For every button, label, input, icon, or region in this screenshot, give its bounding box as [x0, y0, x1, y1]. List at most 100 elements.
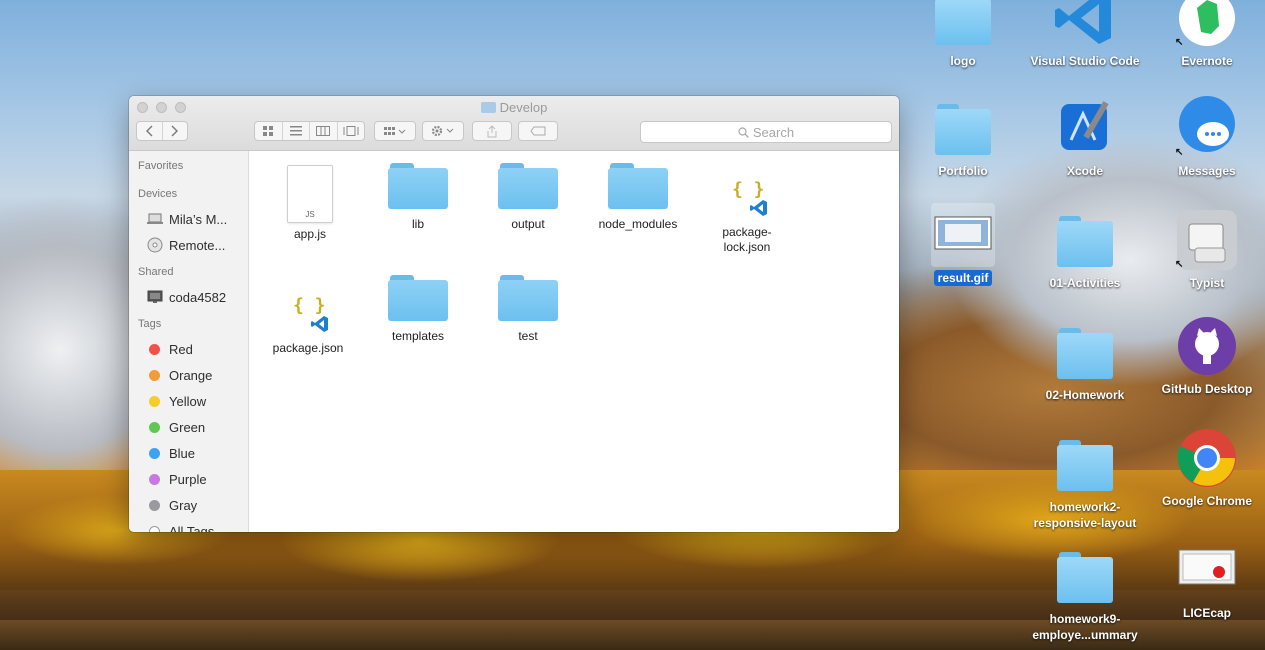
window-title: Develop [129, 100, 899, 115]
file-item-test[interactable]: test [473, 263, 583, 344]
licecap-icon [1175, 538, 1239, 602]
forward-button[interactable] [163, 122, 187, 140]
window-title-text: Develop [499, 100, 548, 115]
list-view-button[interactable] [283, 122, 310, 140]
sidebar-tag-blue[interactable]: Blue [129, 440, 248, 466]
file-item-templates[interactable]: templates [363, 263, 473, 344]
folder-icon [388, 275, 448, 321]
desktop-item-02-homework[interactable]: 02-Homework [1025, 320, 1145, 403]
chrome-icon [1175, 426, 1239, 490]
alias-arrow-icon: ↖ [1175, 259, 1184, 270]
folder-icon [1053, 432, 1117, 496]
folder-icon [1053, 208, 1117, 272]
desktop-item-label-line: homework9- [1049, 612, 1121, 626]
share-button[interactable] [472, 121, 512, 141]
file-name: app.js [293, 227, 327, 241]
gif-thumbnail-icon [931, 203, 995, 267]
desktop-item-label: Portfolio [938, 164, 988, 178]
folder-icon [498, 163, 558, 209]
desktop-item-typist[interactable]: ↖ Typist [1147, 208, 1265, 291]
desktop-item-label: result.gif [933, 270, 993, 286]
red-tag-dot-icon [149, 343, 160, 355]
sidebar-tag-orange[interactable]: Orange [129, 362, 248, 388]
desktop-item-label: Xcode [1066, 164, 1103, 178]
file-name-line: package- [722, 225, 772, 239]
sidebar-item-shared-computer[interactable]: coda4582 [129, 284, 248, 310]
sidebar-tag-yellow[interactable]: Yellow [129, 388, 248, 414]
desktop-item-portfolio[interactable]: Portfolio [903, 96, 1023, 179]
desktop-item-messages[interactable]: ↖ Messages [1147, 96, 1265, 179]
file-item-lib[interactable]: lib [363, 151, 473, 232]
folder-icon [480, 102, 496, 113]
messages-icon: ↖ [1175, 96, 1239, 160]
sidebar-item-remote-disc[interactable]: Remote... [129, 232, 248, 258]
desktop-item-label-line: responsive-layout [1033, 516, 1137, 530]
tags-button[interactable] [518, 121, 558, 141]
nav-buttons [136, 121, 188, 141]
title-bar[interactable]: Develop Search [129, 96, 899, 151]
desktop-item-label: Google Chrome [1161, 494, 1252, 508]
vscode-badge-icon [750, 200, 767, 216]
action-menu-button[interactable] [422, 121, 464, 141]
back-button[interactable] [137, 122, 163, 140]
desktop-item-label: Visual Studio Code [1030, 54, 1140, 68]
sidebar-item-label: Green [169, 419, 206, 435]
desktop-item-label: Evernote [1181, 54, 1233, 68]
sidebar-tag-gray[interactable]: Gray [129, 492, 248, 518]
sidebar-header-shared: Shared [138, 266, 174, 278]
file-item-app-js[interactable]: JS app.js [255, 165, 365, 242]
icon-view-button[interactable] [255, 122, 283, 140]
file-name: test [518, 329, 538, 343]
desktop-item-01-activities[interactable]: 01-Activities [1025, 208, 1145, 291]
sidebar-header-tags: Tags [138, 318, 162, 330]
column-view-button[interactable] [310, 122, 338, 140]
json-file-icon: { } [724, 161, 770, 221]
tag-icon [530, 126, 546, 136]
js-file-icon: JS [287, 165, 333, 223]
disc-icon [147, 237, 163, 253]
chevron-right-icon [171, 125, 178, 137]
desktop-item-google-chrome[interactable]: Google Chrome [1147, 426, 1265, 509]
file-item-package-json[interactable]: { } package.json [253, 277, 363, 356]
sidebar-tag-purple[interactable]: Purple [129, 466, 248, 492]
desktop-item-homework9[interactable]: homework9- employe...ummary [1025, 544, 1145, 643]
sidebar-tag-all[interactable]: All Tags... [129, 518, 248, 532]
desktop-item-github-desktop[interactable]: GitHub Desktop [1147, 314, 1265, 397]
desktop-item-logo[interactable]: logo [903, 0, 1023, 69]
sidebar-tag-red[interactable]: Red [129, 336, 248, 362]
desktop-item-evernote[interactable]: ↖ Evernote [1147, 0, 1265, 69]
file-name: output [511, 217, 545, 231]
desktop-item-label: 01-Activities [1049, 276, 1121, 290]
desktop-item-label: homework2- responsive-layout [1025, 499, 1145, 531]
file-item-package-lock-json[interactable]: { } package- lock.json [692, 161, 802, 255]
sidebar-item-device-mac[interactable]: Mila’s M... [129, 206, 248, 232]
purple-tag-dot-icon [149, 473, 160, 485]
gear-icon [431, 125, 454, 137]
file-name-line: lock.json [723, 240, 771, 254]
json-file-icon: { } [285, 277, 331, 337]
desktop-item-vscode[interactable]: Visual Studio Code [1025, 0, 1145, 69]
file-item-output[interactable]: output [473, 151, 583, 232]
sidebar-item-label: Orange [169, 367, 213, 383]
desktop-item-homework2[interactable]: homework2- responsive-layout [1025, 432, 1145, 531]
view-mode-group [254, 121, 365, 141]
file-name: package- lock.json [692, 225, 802, 255]
alias-arrow-icon: ↖ [1175, 147, 1184, 158]
desktop-item-licecap[interactable]: LICEcap [1147, 538, 1265, 621]
alias-arrow-icon: ↖ [1175, 37, 1184, 48]
desktop-item-xcode[interactable]: Xcode [1025, 96, 1145, 179]
arrange-button[interactable] [374, 121, 416, 141]
vscode-icon [1053, 0, 1117, 50]
file-name: templates [391, 329, 445, 343]
file-name: node_modules [598, 217, 678, 231]
laptop-icon [147, 212, 163, 226]
file-item-node-modules[interactable]: node_modules [583, 151, 693, 232]
sidebar-tag-green[interactable]: Green [129, 414, 248, 440]
desktop-item-label-line: employe...ummary [1032, 628, 1138, 642]
search-field[interactable]: Search [640, 121, 892, 143]
cover-flow-icon [343, 126, 359, 136]
desktop-item-result-gif[interactable]: result.gif [903, 203, 1023, 286]
gallery-view-button[interactable] [338, 122, 365, 140]
folder-icon [388, 163, 448, 209]
desktop-item-label: Typist [1189, 276, 1225, 290]
